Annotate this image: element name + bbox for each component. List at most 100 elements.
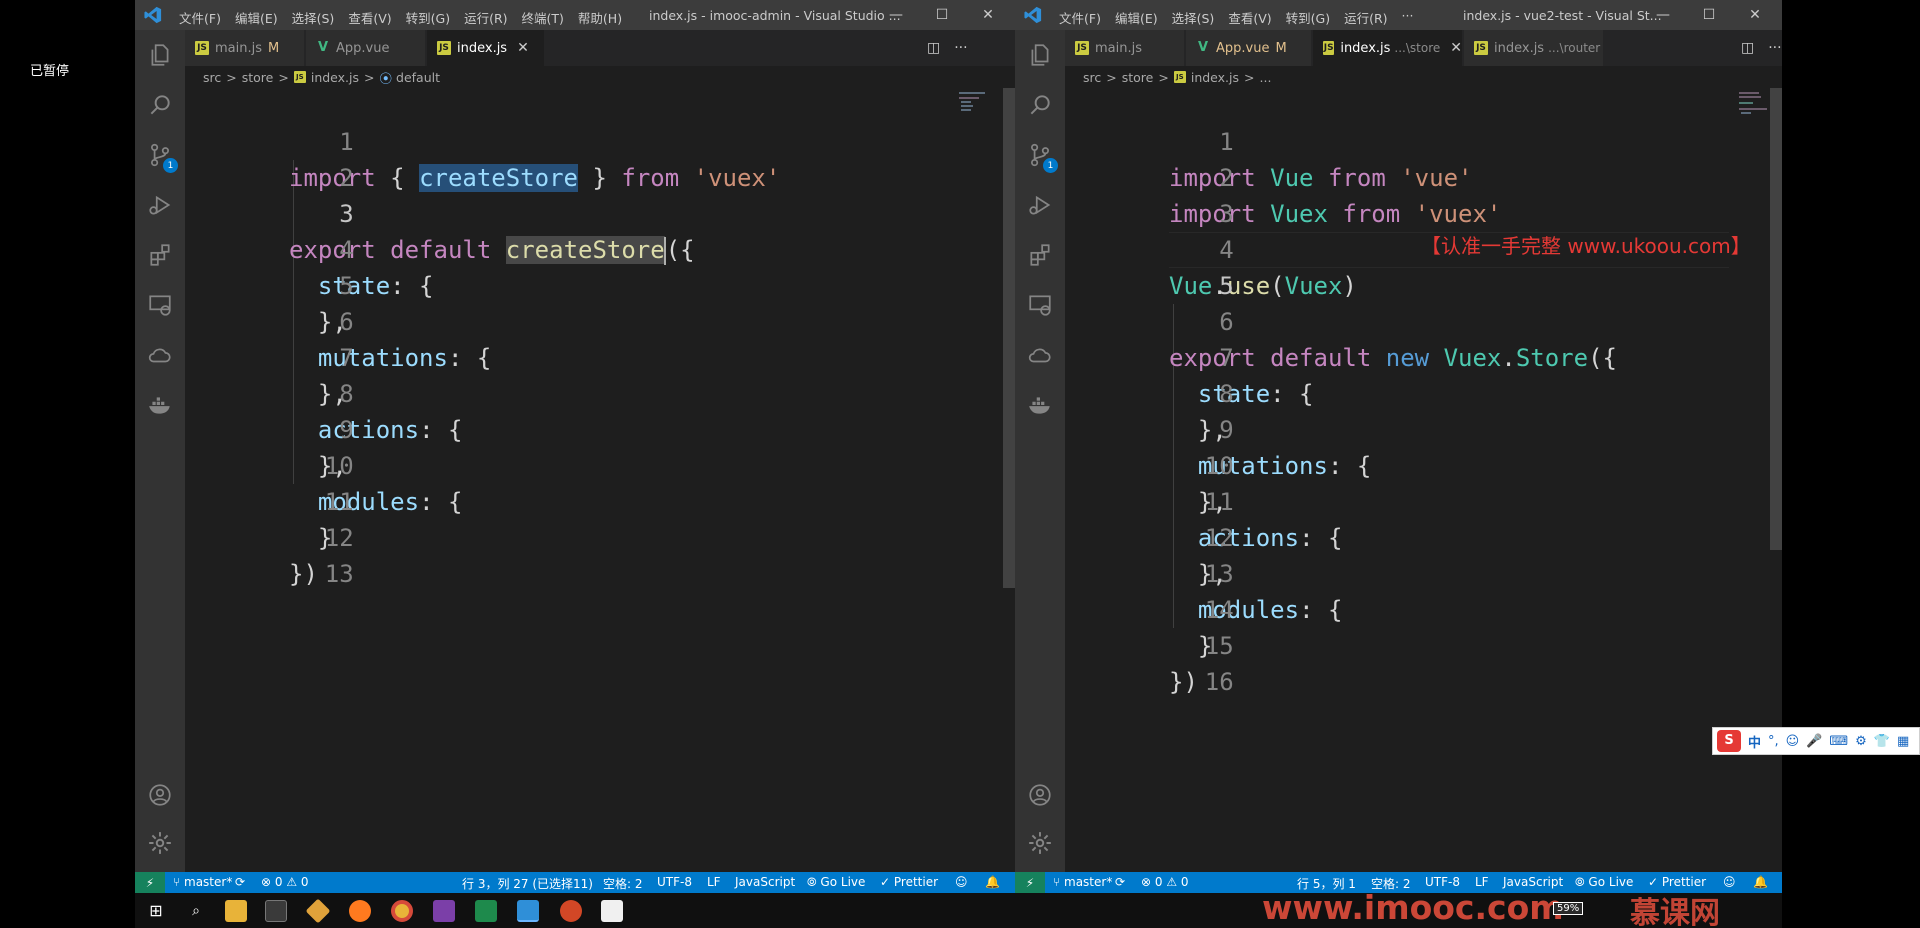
sync-icon[interactable]: ⟳ xyxy=(1115,875,1125,889)
breadcrumb-item[interactable]: store xyxy=(1122,70,1154,85)
extensions-icon[interactable] xyxy=(1027,242,1053,268)
indentation[interactable]: 空格: 2 xyxy=(603,875,643,892)
windows-start-icon[interactable]: ⊞ xyxy=(145,900,167,922)
terminal-icon[interactable] xyxy=(265,900,287,922)
docker-icon[interactable] xyxy=(147,392,173,418)
settings-gear-icon[interactable] xyxy=(147,830,173,856)
vertical-scrollbar[interactable] xyxy=(1003,88,1015,588)
menu-run[interactable]: 运行(R) xyxy=(1344,8,1387,27)
sogou-logo-icon[interactable]: S xyxy=(1717,730,1741,752)
more-actions-icon[interactable]: ··· xyxy=(1768,40,1781,56)
breadcrumb-item[interactable]: ... xyxy=(1260,70,1272,85)
cloud-icon[interactable] xyxy=(1027,342,1053,368)
vscode-taskbar-icon[interactable] xyxy=(517,900,539,922)
onenote-icon[interactable] xyxy=(433,900,455,922)
notifications-bell-icon[interactable]: 🔔 xyxy=(1753,875,1768,889)
remote-explorer-icon[interactable] xyxy=(1027,292,1053,318)
menu-file[interactable]: 文件(F) xyxy=(179,8,221,27)
minimize-button[interactable]: — xyxy=(873,0,919,30)
menu-go[interactable]: 转到(G) xyxy=(406,8,450,27)
prettier[interactable]: ✓ Prettier xyxy=(1648,875,1706,889)
maximize-button[interactable]: ☐ xyxy=(1686,0,1732,30)
run-debug-icon[interactable] xyxy=(1027,192,1053,218)
remote-indicator-icon[interactable]: ⚡ xyxy=(1015,872,1045,893)
tab-main-js[interactable]: JS main.js M xyxy=(185,30,305,66)
hbuilder-icon[interactable] xyxy=(475,900,497,922)
breadcrumb-item[interactable]: store xyxy=(242,70,274,85)
emoji-icon[interactable]: ☺ xyxy=(1786,734,1800,749)
tab-close-icon[interactable]: ✕ xyxy=(1450,40,1462,56)
tab-index-js[interactable]: JS index.js ✕ xyxy=(427,30,545,66)
notifications-bell-icon[interactable]: 🔔 xyxy=(985,875,1000,889)
breadcrumb-item[interactable]: index.js xyxy=(311,70,359,85)
close-button[interactable]: ✕ xyxy=(965,0,1011,30)
tab-app-vue[interactable]: V App.vue M xyxy=(1186,30,1312,66)
split-editor-icon[interactable]: ◫ xyxy=(927,40,940,56)
menu-help[interactable]: 帮助(H) xyxy=(578,8,622,27)
cursor-position[interactable]: 行 3，列 27 (已选择11) xyxy=(462,875,593,892)
search-icon[interactable] xyxy=(1027,92,1053,118)
breadcrumb-item[interactable]: index.js xyxy=(1191,70,1239,85)
menu-go[interactable]: 转到(G) xyxy=(1286,8,1330,27)
git-kraken-icon[interactable] xyxy=(305,898,331,924)
settings-gear-icon[interactable] xyxy=(1027,830,1053,856)
tab-index-js-store[interactable]: JS index.js ...\store ✕ xyxy=(1313,30,1463,66)
account-icon[interactable] xyxy=(1027,782,1053,808)
menu-run[interactable]: 运行(R) xyxy=(464,8,507,27)
end-of-line[interactable]: LF xyxy=(1475,875,1489,889)
ime-mode-toggle[interactable]: 中 xyxy=(1748,732,1761,751)
search-icon[interactable] xyxy=(147,92,173,118)
menu-selection[interactable]: 选择(S) xyxy=(292,8,335,27)
language-mode[interactable]: JavaScript xyxy=(735,875,795,889)
feedback-icon[interactable]: ☺ xyxy=(1723,875,1736,889)
breadcrumb-item[interactable]: src xyxy=(1083,70,1101,85)
menu-terminal[interactable]: 终端(T) xyxy=(522,8,564,27)
skin-icon[interactable]: 👕 xyxy=(1874,734,1890,749)
powerpoint-icon[interactable] xyxy=(560,900,582,922)
minimap[interactable] xyxy=(955,88,995,148)
go-live[interactable]: ⦾ Go Live xyxy=(807,875,865,890)
menu-more[interactable]: ··· xyxy=(1402,8,1414,27)
minimap[interactable] xyxy=(1735,88,1775,148)
prettier[interactable]: ✓ Prettier xyxy=(880,875,938,889)
menu-file[interactable]: 文件(F) xyxy=(1059,8,1101,27)
tab-close-icon[interactable]: ✕ xyxy=(517,40,529,56)
ime-settings-icon[interactable]: ⚙ xyxy=(1855,734,1867,749)
feedback-icon[interactable]: ☺ xyxy=(955,875,968,889)
git-branch[interactable]: ⑂ master* xyxy=(1053,875,1112,889)
breadcrumb-item[interactable]: default xyxy=(396,70,440,85)
cloud-icon[interactable] xyxy=(147,342,173,368)
explorer-icon[interactable] xyxy=(1027,42,1053,68)
toolbox-icon[interactable]: ▦ xyxy=(1897,734,1909,749)
menu-selection[interactable]: 选择(S) xyxy=(1172,8,1215,27)
close-button[interactable]: ✕ xyxy=(1732,0,1778,30)
menu-edit[interactable]: 编辑(E) xyxy=(235,8,278,27)
minimize-button[interactable]: — xyxy=(1640,0,1686,30)
breadcrumb-item[interactable]: src xyxy=(203,70,221,85)
code-editor[interactable]: 1 import Vue from 'vue' 2 import Vuex fr… xyxy=(1065,88,1782,872)
typora-icon[interactable] xyxy=(601,900,623,922)
problems-indicator[interactable]: ⊗ 0 ⚠ 0 xyxy=(1141,875,1189,889)
explorer-icon[interactable] xyxy=(147,42,173,68)
tab-app-vue[interactable]: V App.vue xyxy=(306,30,426,66)
git-branch[interactable]: ⑂ master* xyxy=(173,875,232,889)
account-icon[interactable] xyxy=(147,782,173,808)
keyboard-icon[interactable]: ⌨ xyxy=(1829,734,1848,749)
code-editor[interactable]: 1 import { createStore } from 'vuex' 2 3… xyxy=(185,88,1015,872)
chrome-icon[interactable] xyxy=(391,900,413,922)
menu-view[interactable]: 查看(V) xyxy=(348,8,391,27)
problems-indicator[interactable]: ⊗ 0 ⚠ 0 xyxy=(261,875,309,889)
microphone-icon[interactable]: 🎤 xyxy=(1806,734,1822,749)
sync-icon[interactable]: ⟳ xyxy=(235,875,245,889)
extensions-icon[interactable] xyxy=(147,242,173,268)
tab-index-js-router[interactable]: JS index.js ...\router xyxy=(1464,30,1604,66)
battery-indicator[interactable]: 59% xyxy=(1553,902,1584,915)
docker-icon[interactable] xyxy=(1027,392,1053,418)
vertical-scrollbar[interactable] xyxy=(1770,88,1782,550)
language-mode[interactable]: JavaScript xyxy=(1503,875,1563,889)
menu-view[interactable]: 查看(V) xyxy=(1228,8,1271,27)
remote-explorer-icon[interactable] xyxy=(147,292,173,318)
encoding[interactable]: UTF-8 xyxy=(1425,875,1460,889)
remote-indicator-icon[interactable]: ⚡ xyxy=(135,872,165,893)
file-explorer-icon[interactable] xyxy=(225,900,247,922)
